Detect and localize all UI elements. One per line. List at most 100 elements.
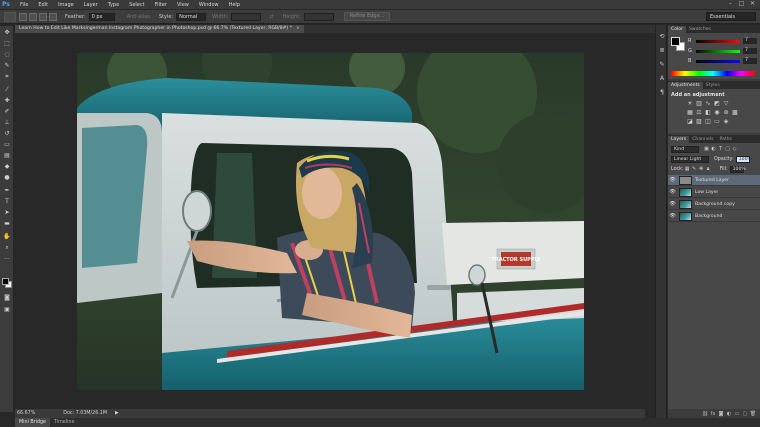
close-button[interactable]: ✕ <box>747 0 758 8</box>
visibility-eye-icon[interactable]: 👁︎ <box>668 189 677 195</box>
gradient-tool-icon[interactable]: ▤ <box>3 152 11 159</box>
path-select-tool-icon[interactable]: ➤ <box>3 209 11 216</box>
lock-image-icon[interactable]: ✎ <box>691 166 698 173</box>
visibility-eye-icon[interactable]: 👁︎ <box>668 201 677 207</box>
lock-transparent-icon[interactable]: ▦ <box>684 166 691 173</box>
threshold-icon[interactable]: ◫ <box>704 118 712 125</box>
blur-tool-icon[interactable]: ◆ <box>3 163 11 170</box>
invert-icon[interactable]: ◪ <box>686 118 694 125</box>
add-mask-icon[interactable]: ◙ <box>717 411 725 417</box>
document-photo[interactable]: TRACTOR SUPPLY <box>77 53 584 390</box>
zoom-tool-icon[interactable]: ⌕ <box>3 244 11 251</box>
menu-filter[interactable]: Filter <box>150 2 172 8</box>
menu-view[interactable]: View <box>172 2 194 8</box>
move-tool-icon[interactable]: ✥ <box>3 29 11 36</box>
crop-tool-icon[interactable]: ⌗ <box>3 73 11 80</box>
link-layers-icon[interactable]: ⛓ <box>701 411 709 417</box>
fill-input[interactable]: 100% <box>729 165 746 173</box>
history-brush-tool-icon[interactable]: ↺ <box>3 130 11 137</box>
healing-brush-tool-icon[interactable]: ✚ <box>3 97 11 104</box>
tab-channels[interactable]: Channels <box>689 136 716 143</box>
width-input[interactable] <box>231 12 262 21</box>
new-adjustment-icon[interactable]: ◐ <box>725 411 733 417</box>
lasso-tool-icon[interactable]: ◌ <box>3 51 11 58</box>
channel-mixer-icon[interactable]: ⊛ <box>722 109 730 116</box>
tab-timeline[interactable]: Timeline <box>50 418 78 427</box>
layer-style-icon[interactable]: fx <box>709 411 717 417</box>
brush-panel-icon[interactable]: ✎ <box>658 61 666 69</box>
selective-color-icon[interactable]: ◈ <box>722 118 730 125</box>
maximize-button[interactable]: □ <box>736 0 747 8</box>
new-layer-icon[interactable]: ▢ <box>741 411 749 417</box>
marquee-tool-icon[interactable]: ⬚ <box>3 40 11 47</box>
photo-filter-icon[interactable]: ◉ <box>713 109 721 116</box>
type-tool-icon[interactable]: T <box>3 198 11 205</box>
exposure-icon[interactable]: ◩ <box>713 100 721 107</box>
filter-pixel-icon[interactable]: ▣ <box>703 146 710 153</box>
tab-swatches[interactable]: Swatches <box>686 26 714 33</box>
curves-icon[interactable]: ∿ <box>704 100 712 107</box>
foreground-color-chip[interactable] <box>671 37 680 46</box>
paragraph-panel-icon[interactable]: ¶ <box>658 89 666 97</box>
screen-mode-icon[interactable]: ▣ <box>3 306 11 313</box>
menu-edit[interactable]: Edit <box>33 2 53 8</box>
green-value-input[interactable]: 7 <box>743 48 757 54</box>
quick-select-tool-icon[interactable]: ✎ <box>3 62 11 69</box>
menu-file[interactable]: File <box>15 2 33 8</box>
filter-smart-icon[interactable]: ◇ <box>731 146 738 153</box>
workspace-select[interactable]: Essentials <box>706 12 756 21</box>
eraser-tool-icon[interactable]: ▭ <box>3 141 11 148</box>
tab-styles[interactable]: Styles <box>703 82 723 89</box>
posterize-icon[interactable]: ▨ <box>695 118 703 125</box>
color-lookup-icon[interactable]: ▩ <box>731 109 739 116</box>
hand-tool-icon[interactable]: ✋ <box>3 233 11 240</box>
green-slider[interactable]: G 7 <box>688 48 758 55</box>
swap-icon[interactable]: ⇄ <box>269 14 273 20</box>
intersect-selection-icon[interactable] <box>49 12 57 21</box>
tab-mini-bridge[interactable]: Mini Bridge <box>15 418 51 427</box>
foreground-color-swatch[interactable] <box>2 278 9 285</box>
menu-select[interactable]: Select <box>124 2 149 8</box>
blue-value-input[interactable]: 7 <box>743 58 757 64</box>
layer-row-background[interactable]: 👁︎ Background <box>668 211 760 222</box>
layer-kind-filter[interactable]: Kind <box>671 145 699 153</box>
menu-help[interactable]: Help <box>224 2 245 8</box>
canvas-area[interactable]: TRACTOR SUPPLY <box>15 33 645 409</box>
levels-icon[interactable]: ▥ <box>695 100 703 107</box>
tab-paths[interactable]: Paths <box>716 136 735 143</box>
style-select[interactable]: Normal <box>176 12 207 21</box>
height-input[interactable] <box>303 12 334 21</box>
hue-saturation-icon[interactable]: ▦ <box>686 109 694 116</box>
tab-layers[interactable]: Layers <box>668 136 690 143</box>
clone-stamp-tool-icon[interactable]: ⊥ <box>3 119 11 126</box>
minimize-button[interactable]: – <box>725 0 736 8</box>
red-slider[interactable]: R 7 <box>688 38 758 45</box>
new-group-icon[interactable]: ▭ <box>733 411 741 417</box>
menu-type[interactable]: Type <box>103 2 124 8</box>
layer-row-background-copy[interactable]: 👁︎ Background copy <box>668 199 760 210</box>
more-tools-icon[interactable]: ··· <box>3 256 11 263</box>
pen-tool-icon[interactable]: ✒ <box>3 187 11 194</box>
vibrance-icon[interactable]: ▽ <box>722 100 730 107</box>
antialias-checkbox[interactable]: Anti-alias <box>127 14 150 20</box>
refine-edge-button[interactable]: Refine Edge... <box>343 12 391 21</box>
visibility-eye-icon[interactable]: 👁︎ <box>668 177 677 183</box>
color-spectrum-bar[interactable] <box>671 71 755 76</box>
tab-adjustments[interactable]: Adjustments <box>668 82 703 89</box>
black-white-icon[interactable]: ◧ <box>704 109 712 116</box>
history-panel-icon[interactable]: ⟲ <box>658 33 666 41</box>
menu-window[interactable]: Window <box>194 2 224 8</box>
layer-row-low[interactable]: 👁︎ Low Layer <box>668 187 760 198</box>
visibility-eye-icon[interactable]: 👁︎ <box>668 213 677 219</box>
brush-tool-icon[interactable]: ✐ <box>3 108 11 115</box>
color-swatches[interactable] <box>671 37 685 51</box>
tab-color[interactable]: Color <box>668 26 686 33</box>
zoom-level[interactable]: 66.67% <box>15 411 38 416</box>
subtract-selection-icon[interactable] <box>39 12 47 21</box>
gradient-map-icon[interactable]: ▭ <box>713 118 721 125</box>
lock-position-icon[interactable]: ✥ <box>698 166 705 173</box>
quick-mask-icon[interactable]: ◙ <box>3 294 11 301</box>
new-selection-icon[interactable] <box>19 12 27 21</box>
document-tab[interactable]: Learn How to Edit Like Marksingerman Ins… <box>15 25 304 33</box>
close-tab-icon[interactable]: × <box>296 26 300 31</box>
